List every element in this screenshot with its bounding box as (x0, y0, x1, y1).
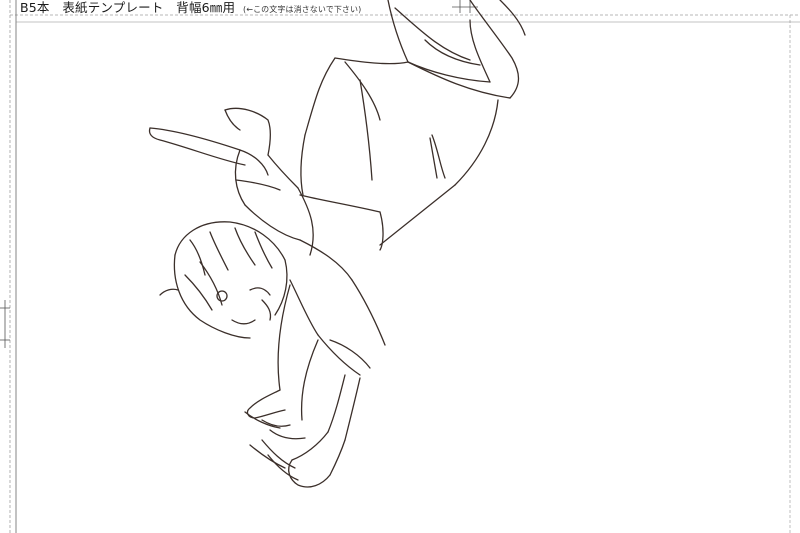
template-canvas: B5本 表紙テンプレート 背幅6㎜用 (←この文字は消さないで下さい) (0, 0, 800, 533)
shirt-lineart (299, 57, 499, 251)
head-lineart (159, 221, 288, 339)
arms-lineart (277, 239, 386, 441)
bunny-hood-lineart (148, 107, 314, 256)
hands-lineart (244, 389, 346, 488)
pants-lineart (387, 0, 526, 99)
character-lineart (148, 0, 526, 488)
